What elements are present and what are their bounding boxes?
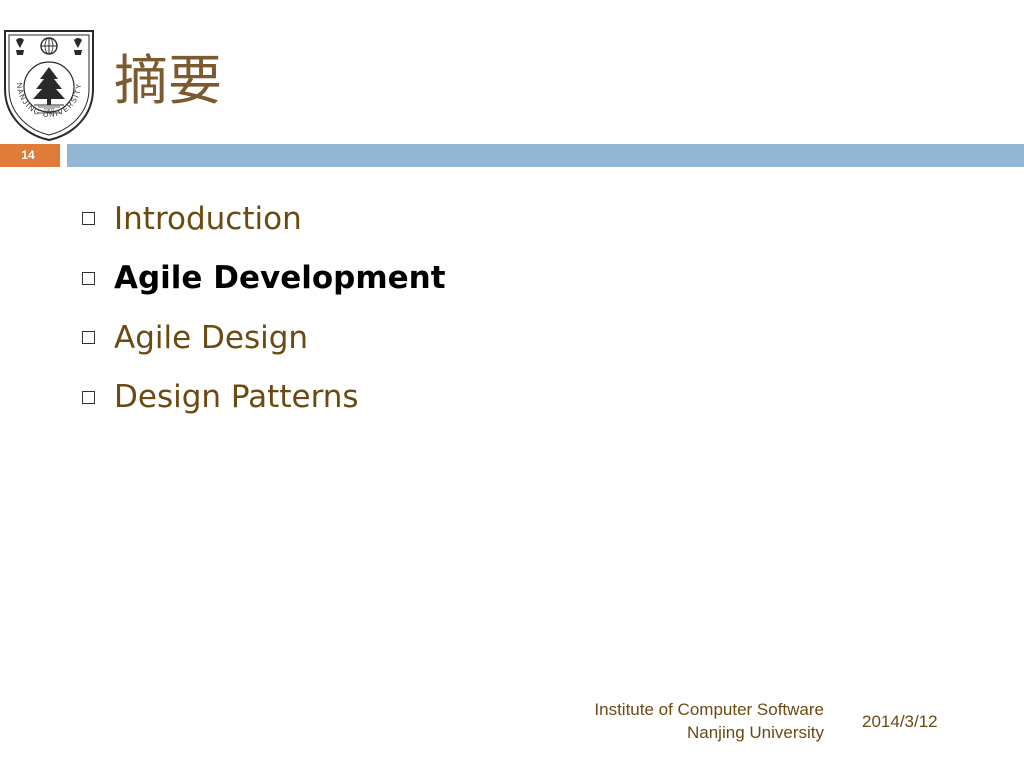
bullet-square-icon [82,331,95,345]
bullet-text: Agile Design [114,319,309,356]
slide-number-badge: 14 [0,144,60,167]
bullet-item-agile-design: Agile Design [82,308,446,368]
footer-institute-line2: Nanjing University [687,723,824,742]
footer-institute: Institute of Computer Software Nanjing U… [594,698,824,744]
bullet-text: Introduction [114,200,302,237]
bullet-list: Introduction Agile Development Agile Des… [82,189,446,427]
bullet-item-introduction: Introduction [82,189,446,249]
bullet-text: Design Patterns [114,379,359,416]
slide-number: 14 [21,148,35,162]
bullet-text: Agile Development [114,260,446,297]
bullet-square-icon [82,390,95,404]
header-bar [67,144,1024,167]
bullet-square-icon [82,271,95,285]
footer-institute-line1: Institute of Computer Software [594,700,824,719]
slide-title: 摘要 [114,49,222,112]
footer-date: 2014/3/12 [862,712,938,731]
bullet-square-icon [82,212,95,226]
nanjing-university-seal-icon: 1902 NANJING UNIVERSITY [4,30,94,142]
bullet-item-design-patterns: Design Patterns [82,368,446,428]
bullet-item-agile-development: Agile Development [82,249,446,309]
